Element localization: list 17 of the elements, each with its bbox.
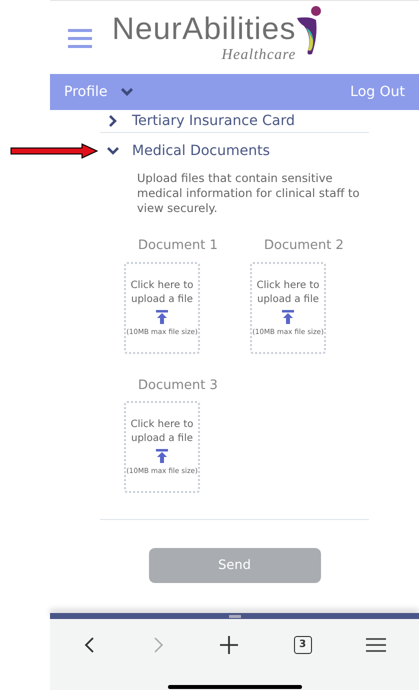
document-label: Document 3 [138, 376, 219, 394]
menu-icon[interactable] [366, 637, 386, 653]
section-header[interactable]: Medical Documents [100, 133, 270, 169]
section-header[interactable]: Tertiary Insurance Card [100, 110, 295, 132]
tabs-button[interactable]: 3 [294, 636, 312, 654]
logo-subtitle: Healthcare [222, 46, 296, 64]
logo-icon [296, 6, 322, 58]
upload-icon [155, 310, 169, 324]
upload-icon [281, 310, 295, 324]
upload-icon [155, 449, 169, 463]
document-label: Document 1 [138, 237, 219, 255]
drag-handle-bar[interactable] [50, 613, 419, 619]
description-text: Upload files that contain sensitive medical information for clinical staff to view securely. [136, 171, 361, 216]
chevron-down-icon [120, 87, 134, 97]
plus-icon[interactable] [219, 635, 240, 655]
document-label: Document 2 [264, 237, 345, 255]
logo-title: NeurAbilities [112, 12, 296, 46]
